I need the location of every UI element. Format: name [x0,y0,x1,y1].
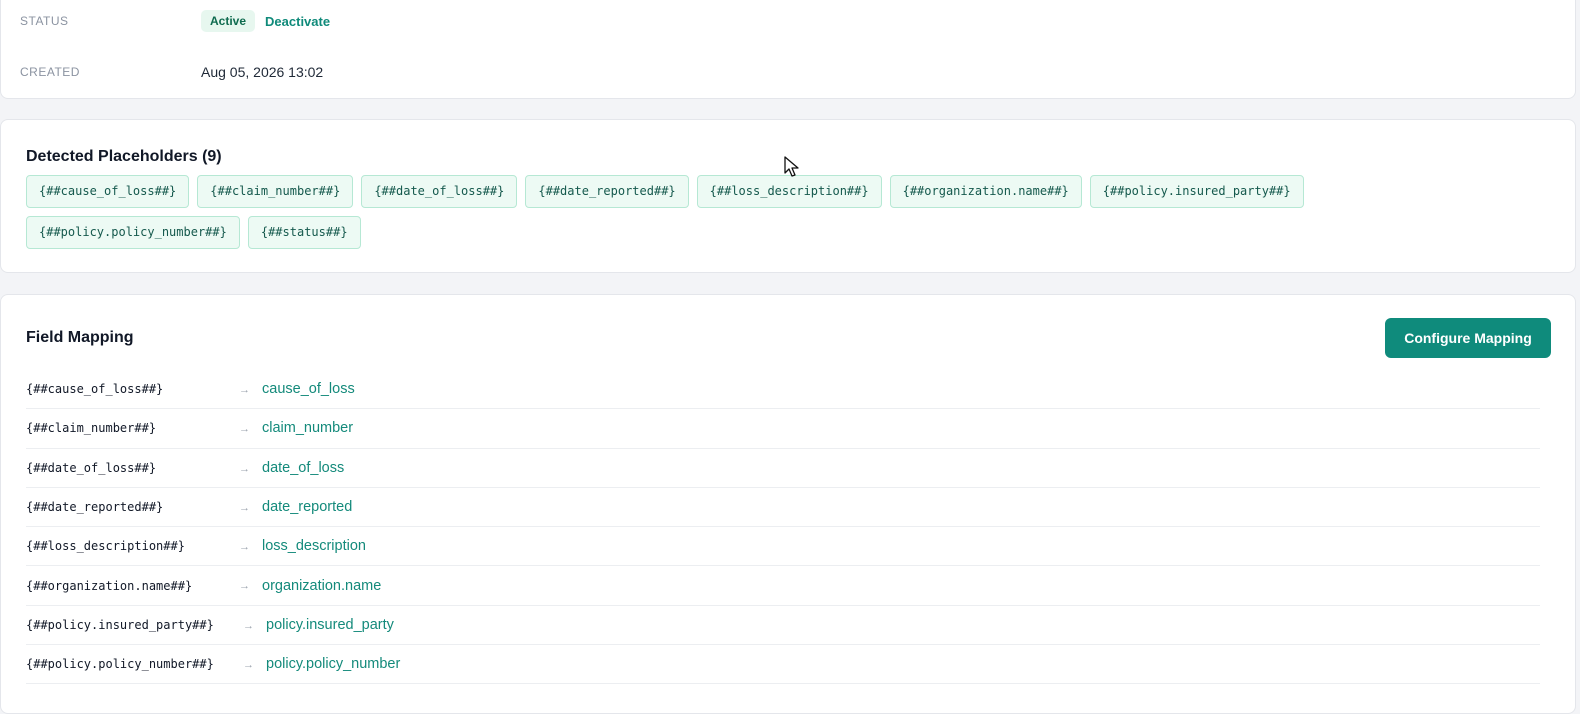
created-label: CREATED [20,65,80,79]
mapping-row: {##date_of_loss##} → date_of_loss [26,449,1540,488]
configure-mapping-button[interactable]: Configure Mapping [1385,318,1551,358]
placeholder-chip: {##policy.policy_number##} [26,216,240,249]
mapping-row: {##policy.policy_number##} → policy.policy… [26,645,1540,685]
placeholder-chip: {##claim_number##} [197,175,354,208]
mapping-field-link[interactable]: cause_of_loss [262,381,355,397]
mapping-field-link[interactable]: organization.name [262,578,381,594]
mapping-placeholder: {##date_reported##} [26,500,164,515]
mapping-field-link[interactable]: claim_number [262,420,353,436]
field-mapping-card: Field Mapping Configure Mapping {##cause… [0,294,1576,714]
mapping-list: {##cause_of_loss##} → cause_of_loss {##clai… [26,370,1540,685]
arrow-right-icon: → [239,580,250,593]
mouse-cursor-icon [784,156,799,177]
placeholder-chip: {##organization.name##} [889,175,1082,208]
placeholder-chip: {##cause_of_loss##} [26,175,190,208]
status-value: Active Deactivate [201,10,330,32]
arrow-right-icon: → [239,462,250,475]
mapping-placeholder: {##claim_number##} [26,421,157,436]
placeholder-chip: {##status##} [247,216,361,249]
status-badge: Active [201,10,256,32]
mapping-field-link[interactable]: policy.policy_number [266,656,400,672]
placeholders-card: Detected Placeholders (9) {##cause_of_lo… [0,119,1576,273]
field-mapping-title: Field Mapping [26,329,134,346]
mapping-placeholder: {##loss_description##} [26,539,185,554]
mapping-row: {##cause_of_loss##} → cause_of_loss [26,370,1540,410]
created-value: Aug 05, 2026 13:02 [201,64,323,80]
mapping-field-link[interactable]: date_of_loss [262,460,344,476]
mapping-placeholder: {##date_of_loss##} [26,460,157,475]
created-row: CREATED Aug 05, 2026 13:02 [1,60,1575,84]
mapping-field-link[interactable]: date_reported [262,499,352,515]
details-card: STATUS Active Deactivate CREATED Aug 05,… [0,0,1576,99]
mapping-placeholder: {##cause_of_loss##} [26,382,164,397]
mapping-row: {##date_reported##} → date_reported [26,488,1540,528]
mapping-field-link[interactable]: policy.insured_party [266,617,394,633]
arrow-right-icon: → [243,659,254,672]
arrow-right-icon: → [239,541,250,554]
placeholder-chip: {##date_of_loss##} [361,175,518,208]
placeholder-chip: {##loss_description##} [696,175,882,208]
mapping-field-link[interactable]: loss_description [262,538,366,554]
mapping-placeholder: {##policy.policy_number##} [26,657,214,672]
placeholder-chip: {##policy.insured_party##} [1089,175,1304,208]
arrow-right-icon: → [239,423,250,436]
mapping-row: {##claim_number##} → claim_number [26,409,1540,449]
deactivate-link[interactable]: Deactivate [265,14,330,29]
mapping-row: {##policy.insured_party##} → policy.insure… [26,606,1540,646]
mapping-placeholder: {##organization.name##} [26,578,193,593]
arrow-right-icon: → [239,501,250,514]
created-date: Aug 05, 2026 13:02 [201,64,324,80]
placeholders-title: Detected Placeholders (9) [26,148,222,165]
mapping-placeholder: {##policy.insured_party##} [26,617,214,632]
mapping-row: {##loss_description##} → loss_description [26,527,1540,567]
arrow-right-icon: → [243,619,254,632]
mapping-row: {##organization.name##} → organization.nam… [26,566,1540,606]
status-row: STATUS Active Deactivate [1,9,1575,33]
arrow-right-icon: → [239,384,250,396]
placeholder-chip-list: {##cause_of_loss##} {##claim_number##} {##… [26,175,1426,249]
status-label: STATUS [20,14,69,28]
placeholder-chip: {##date_reported##} [525,175,689,208]
